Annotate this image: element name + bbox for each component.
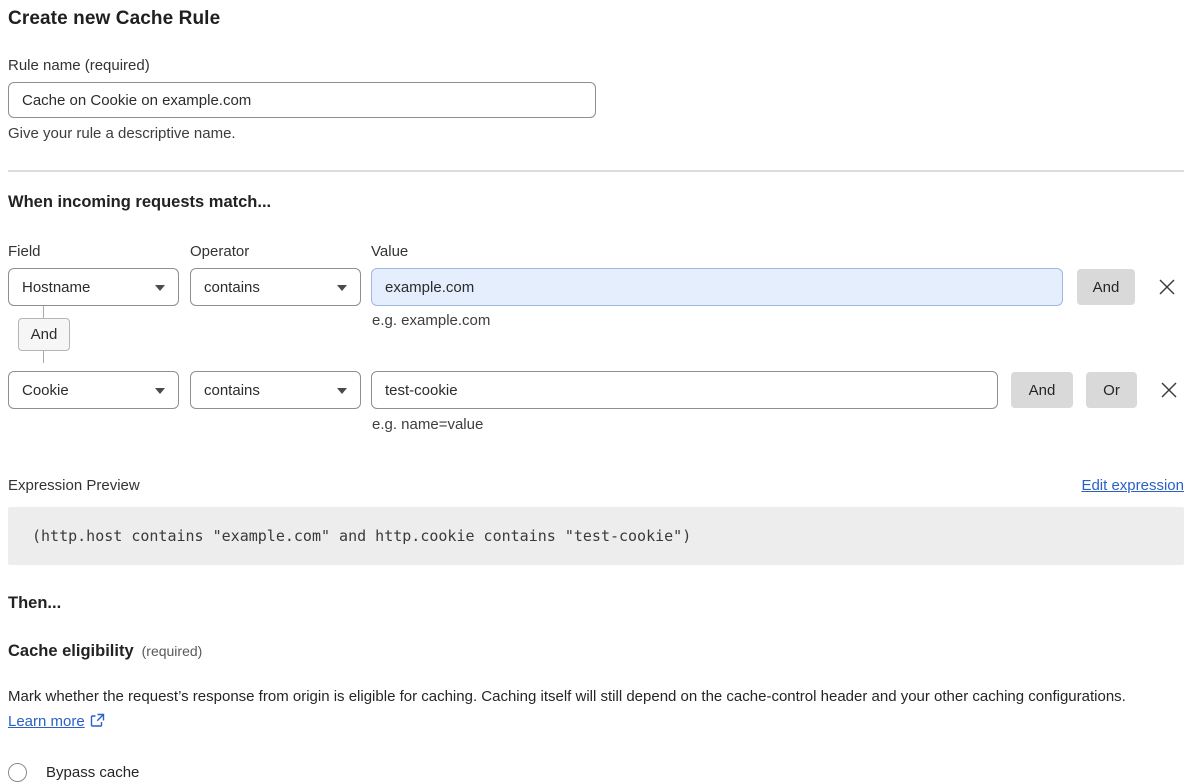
description-text: Mark whether the request’s response from… [8,688,1126,705]
expression-code-block: (http.host contains "example.com" and ht… [8,507,1184,565]
field-select-value: Cookie [22,382,69,399]
connector-line [43,306,44,318]
row-connector-zone: e.g. example.com And [8,306,1184,363]
expression-preview-label: Expression Preview [8,477,140,494]
value-hint: e.g. example.com [372,312,490,329]
cache-eligibility-description: Mark whether the request’s response from… [8,684,1166,734]
required-tag: (required) [142,643,203,659]
radio-option-bypass-cache[interactable]: Bypass cache [8,763,1184,782]
chevron-down-icon [155,388,165,394]
remove-condition-button[interactable] [1158,379,1180,401]
create-cache-rule-page: Create new Cache Rule Rule name (require… [0,0,1200,784]
connector-line [43,351,44,363]
page-title: Create new Cache Rule [8,8,1184,30]
chevron-down-icon [337,388,347,394]
learn-more-link[interactable]: Learn more [8,713,85,730]
match-column-labels: Field Operator Value [8,243,1184,260]
external-link-icon [90,713,105,728]
and-button[interactable]: And [1011,372,1073,408]
x-icon [1158,278,1176,296]
match-row: Cookie contains And Or [8,371,1184,409]
rule-name-input[interactable] [8,82,596,118]
connector-and-button[interactable]: And [18,318,70,351]
operator-select-value: contains [204,382,260,399]
value-column-label: Value [371,243,1184,260]
remove-condition-button[interactable] [1156,276,1178,298]
then-heading: Then... [8,594,1184,613]
rule-name-label: Rule name (required) [8,57,1184,74]
expression-preview-header: Expression Preview Edit expression [8,477,1184,494]
or-button[interactable]: Or [1086,372,1137,408]
match-row: Hostname contains And [8,268,1184,306]
operator-column-label: Operator [190,243,371,260]
cache-eligibility-title: Cache eligibility [8,642,134,661]
rule-name-help: Give your rule a descriptive name. [8,125,1184,142]
field-select-value: Hostname [22,279,90,296]
cache-eligibility-heading: Cache eligibility (required) [8,642,1184,661]
operator-select[interactable]: contains [190,268,361,306]
radio-label: Bypass cache [46,764,139,781]
radio-unselected-icon[interactable] [8,763,27,782]
match-section-heading: When incoming requests match... [8,193,1184,212]
x-icon [1160,381,1178,399]
value-input[interactable] [371,371,998,409]
field-select[interactable]: Hostname [8,268,179,306]
field-select[interactable]: Cookie [8,371,179,409]
value-input[interactable] [371,268,1063,306]
field-column-label: Field [8,243,190,260]
edit-expression-link[interactable]: Edit expression [1081,477,1184,494]
and-button[interactable]: And [1077,269,1135,305]
value-hint: e.g. name=value [372,416,1184,433]
operator-select-value: contains [204,279,260,296]
operator-select[interactable]: contains [190,371,361,409]
section-divider [8,170,1184,172]
chevron-down-icon [337,285,347,291]
chevron-down-icon [155,285,165,291]
